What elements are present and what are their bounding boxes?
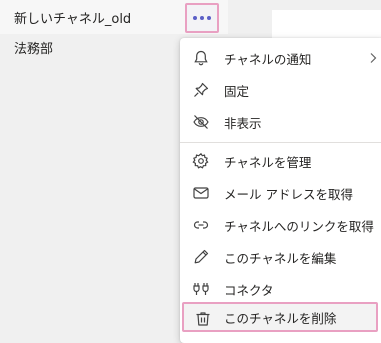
menu-item-delete-channel[interactable]: このチャネルを削除 [182, 302, 378, 332]
menu-item-label: チャネルを管理 [224, 154, 312, 170]
menu-item-edit-channel[interactable]: このチャネルを編集 [180, 242, 381, 272]
channel-label: 法務部 [14, 41, 54, 57]
menu-item-label: コネクタ [224, 282, 274, 298]
menu-item-hide[interactable]: 非表示 [180, 107, 381, 137]
pencil-icon [192, 248, 210, 266]
more-horizontal-icon [193, 16, 211, 20]
eye-off-icon [192, 113, 210, 131]
channel-label: 新しいチャネル_old [14, 11, 132, 27]
menu-divider [180, 142, 381, 143]
menu-item-label: メール アドレスを取得 [224, 186, 353, 202]
menu-item-label: このチャネルを削除 [224, 310, 337, 326]
bell-icon [192, 49, 210, 67]
menu-item-pin[interactable]: 固定 [180, 75, 381, 105]
channel-context-menu: チャネルの通知 固定 非表示 チャネルを管理 メール アドレスを取得 チャネルへ… [180, 38, 381, 343]
chevron-right-icon [370, 53, 377, 63]
menu-item-label: 非表示 [224, 115, 262, 131]
trash-icon [194, 310, 212, 328]
link-icon [192, 216, 210, 234]
menu-item-label: チャネルの通知 [224, 51, 312, 67]
menu-item-label: このチャネルを編集 [224, 250, 337, 266]
menu-item-label: 固定 [224, 83, 250, 99]
more-options-button[interactable] [185, 3, 219, 33]
connector-icon [192, 280, 210, 298]
menu-item-get-channel-link[interactable]: チャネルへのリンクを取得 [180, 210, 381, 240]
menu-item-label: チャネルへのリンクを取得 [224, 218, 374, 234]
mail-icon [192, 184, 210, 202]
menu-item-get-email-address[interactable]: メール アドレスを取得 [180, 178, 381, 208]
pin-icon [192, 81, 210, 99]
menu-item-channel-notifications[interactable]: チャネルの通知 [180, 43, 381, 73]
menu-item-connectors[interactable]: コネクタ [180, 274, 381, 304]
menu-item-manage-channel[interactable]: チャネルを管理 [180, 146, 381, 176]
gear-icon [192, 152, 210, 170]
